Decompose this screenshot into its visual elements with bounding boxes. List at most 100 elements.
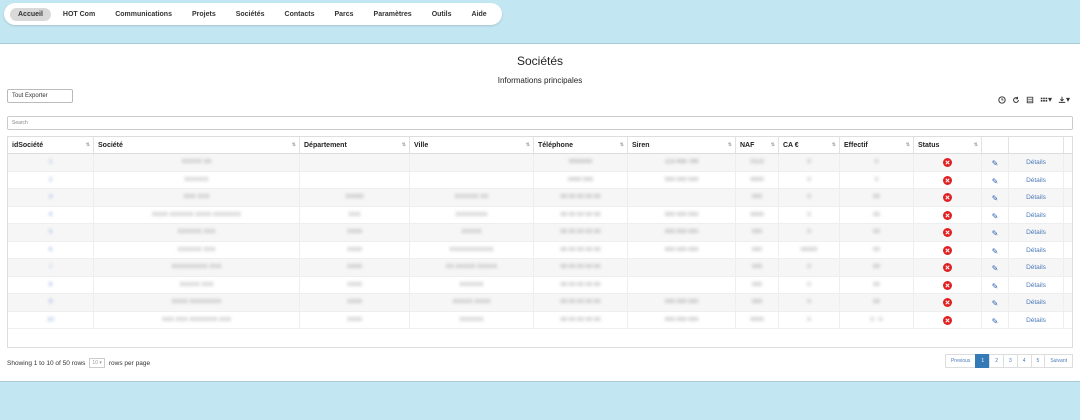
clock-icon[interactable] — [998, 95, 1006, 104]
edit-icon[interactable]: ✎ — [992, 212, 999, 221]
sort-icon[interactable]: ⇅ — [402, 142, 406, 148]
table-cell: 00 — [840, 276, 914, 293]
details-link[interactable]: Détails — [1026, 282, 1046, 289]
details-link[interactable]: Détails — [1026, 264, 1046, 271]
column-header[interactable]: Société ⇅ — [94, 137, 300, 153]
nav-item[interactable]: Communications — [107, 8, 180, 21]
nav-item[interactable]: Paramètres — [366, 8, 420, 21]
page-button[interactable]: 2 — [989, 354, 1004, 368]
sort-icon[interactable]: ⇅ — [620, 142, 624, 148]
nav-item[interactable]: Projets — [184, 8, 224, 21]
edit-icon[interactable]: ✎ — [992, 247, 999, 256]
edit-icon[interactable]: ✎ — [992, 177, 999, 186]
table-row: 5 XXXXXX XXX XX00 XXXXX 00 00 00 00 00 000 00… — [8, 224, 1072, 242]
details-link[interactable]: Détails — [1026, 177, 1046, 184]
column-header[interactable]: idSociété ⇅ — [8, 137, 94, 153]
export-icon[interactable]: ▾ — [1058, 95, 1070, 104]
search-input[interactable]: Search — [7, 116, 1073, 130]
details-link[interactable]: Détails — [1026, 212, 1046, 219]
column-header — [1009, 137, 1064, 153]
nav-item[interactable]: Contacts — [277, 8, 323, 21]
sort-icon[interactable]: ⇅ — [771, 142, 775, 148]
details-link[interactable]: Détails — [1026, 159, 1046, 166]
table-cell: XXXX XXXXXX XXXX XXXXXXX — [94, 206, 300, 223]
sort-icon[interactable]: ⇅ — [974, 142, 978, 148]
nav-item[interactable]: Aide — [464, 8, 495, 21]
export-all-button[interactable]: Tout Exporter — [7, 89, 73, 103]
nav-item[interactable]: Outils — [424, 8, 460, 21]
table-cell: 0 — [779, 189, 840, 206]
cell-value: 000 000 000 — [664, 211, 699, 218]
status-cell — [914, 311, 982, 328]
column-header[interactable]: Status ⇅ — [914, 137, 982, 153]
table-cell: XXXXXXXXX XXX — [94, 259, 300, 276]
sort-icon[interactable]: ⇅ — [292, 142, 296, 148]
nav-item[interactable]: Accueil — [10, 7, 51, 21]
details-link[interactable]: Détails — [1026, 247, 1046, 254]
nav-item[interactable]: Sociétés — [228, 8, 273, 21]
page-button[interactable]: Suivant — [1044, 354, 1073, 368]
table-cell: 0000 — [736, 206, 779, 223]
edit-icon[interactable]: ✎ — [992, 299, 999, 308]
details-link[interactable]: Détails — [1026, 229, 1046, 236]
details-link[interactable]: Détails — [1026, 317, 1046, 324]
table-cell: XXXXXXXXXXX — [410, 241, 534, 258]
edit-icon[interactable]: ✎ — [992, 159, 999, 168]
page-button[interactable]: 3 — [1002, 354, 1018, 368]
column-header[interactable]: Ville ⇅ — [410, 137, 534, 153]
table-cell: XX XXXXX XXXXX — [410, 259, 534, 276]
nav-item[interactable]: Parcs — [326, 8, 361, 21]
cell-value: XX00 — [347, 229, 362, 235]
table-cell: 000 — [736, 259, 779, 276]
edit-cell: ✎ — [982, 294, 1009, 311]
page-button[interactable]: 5 — [1030, 354, 1046, 368]
columns-icon[interactable]: ▾ — [1040, 95, 1052, 104]
cell-value: 7 — [48, 264, 53, 270]
status-inactive-icon — [943, 175, 952, 185]
column-header[interactable]: Téléphone ⇅ — [534, 137, 628, 153]
sort-icon[interactable]: ⇅ — [832, 142, 836, 148]
cell-value: 1 — [48, 159, 53, 165]
table-cell: XX000 — [300, 189, 410, 206]
table-cell: 000 000 000 — [628, 311, 736, 328]
table-cell: 00 00 00 00 00 — [534, 189, 628, 206]
table-cell: XXXXXX — [410, 276, 534, 293]
edit-icon[interactable]: ✎ — [992, 264, 999, 273]
edit-icon[interactable]: ✎ — [992, 317, 999, 326]
edit-icon[interactable]: ✎ — [992, 229, 999, 238]
table-cell: 000 — [736, 276, 779, 293]
details-link[interactable]: Détails — [1026, 194, 1046, 201]
toggle-view-icon[interactable] — [1026, 96, 1034, 104]
refresh-icon[interactable] — [1012, 96, 1020, 104]
page-button[interactable]: Previous — [944, 354, 977, 368]
sort-icon[interactable]: ⇅ — [526, 142, 530, 148]
page-button[interactable]: 1 — [975, 354, 991, 368]
cell-value: XXX XXX — [183, 194, 210, 200]
page-button[interactable]: 4 — [1016, 354, 1032, 368]
sort-icon[interactable]: ⇅ — [728, 142, 732, 148]
details-cell: Détails — [1009, 206, 1064, 223]
edit-cell: ✎ — [982, 241, 1009, 258]
table-cell: 00 00 00 00 00 — [534, 241, 628, 258]
sort-icon[interactable]: ⇅ — [906, 142, 910, 148]
details-cell: Détails — [1009, 259, 1064, 276]
nav-item[interactable]: HOT Com — [55, 8, 103, 21]
edit-icon[interactable]: ✎ — [992, 194, 999, 203]
rows-per-page-select[interactable]: 10 ▾ — [89, 358, 105, 368]
column-header[interactable]: NAF ⇅ — [736, 137, 779, 153]
cell-value: 00 — [873, 229, 880, 235]
table-cell: XXXXXX XXX — [94, 224, 300, 241]
status-inactive-icon — [943, 210, 952, 220]
edit-icon[interactable]: ✎ — [992, 282, 999, 291]
column-header[interactable]: Effectif ⇅ — [840, 137, 914, 153]
cell-value: 000 — [751, 281, 762, 288]
cell-value: 0 - 0 — [870, 316, 883, 323]
table-cell: 00 — [840, 294, 914, 311]
column-header[interactable]: Département ⇅ — [300, 137, 410, 153]
column-header[interactable]: Siren ⇅ — [628, 137, 736, 153]
cell-value: XXXXXX XX — [454, 194, 489, 200]
details-link[interactable]: Détails — [1026, 299, 1046, 306]
column-header[interactable]: CA € ⇅ — [779, 137, 840, 153]
table-cell: 00 00 00 00 00 — [534, 206, 628, 223]
sort-icon[interactable]: ⇅ — [86, 142, 90, 148]
